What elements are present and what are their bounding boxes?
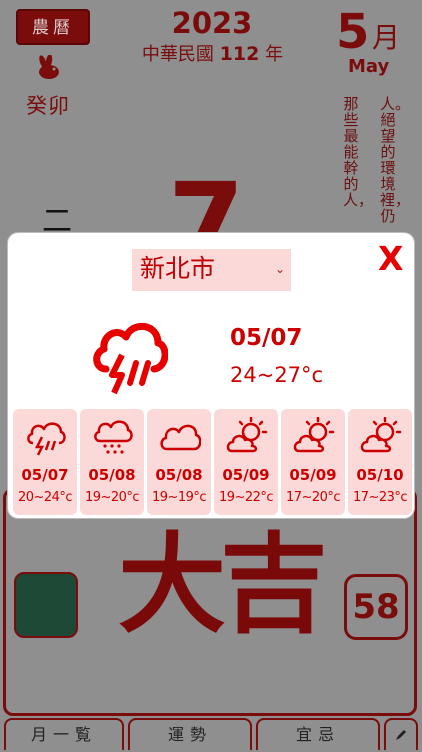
forecast-temp: 19~20°c: [84, 490, 140, 505]
month-english: May: [348, 56, 390, 77]
month-number: 5: [336, 4, 370, 60]
tab-dos-donts[interactable]: 宜忌: [256, 718, 380, 750]
sun-cloud-icon: [226, 417, 268, 453]
forecast-row: 05/07 20~24°c 05/08 19~20°c 05/08 19~19°…: [12, 409, 412, 515]
tab-luck[interactable]: 運勢: [128, 718, 252, 750]
roc-prefix: 中華民國: [141, 44, 214, 65]
sun-cloud-icon: [360, 417, 402, 453]
forecast-card[interactable]: 05/09 17~20°c: [281, 409, 345, 515]
daily-quote-column-2: 那些最能幹的人，: [343, 95, 374, 209]
sun-cloud-icon: [293, 417, 335, 453]
forecast-temp: 17~23°c: [352, 490, 408, 505]
city-select[interactable]: 新北市 ⌄: [132, 249, 291, 291]
fortune-text: 大吉: [118, 522, 328, 648]
forecast-date: 05/09: [289, 466, 337, 484]
forecast-date: 05/09: [222, 466, 270, 484]
roc-suffix: 年: [265, 44, 284, 65]
forecast-card[interactable]: 05/09 19~22°c: [214, 409, 278, 515]
forecast-temp: 20~24°c: [17, 490, 73, 505]
roc-year-label: 中華民國 112 年: [120, 40, 305, 66]
thunder-rain-icon: [93, 323, 168, 395]
today-date: 05/07: [230, 325, 303, 351]
forecast-card[interactable]: 05/07 20~24°c: [13, 409, 77, 515]
lunar-calendar-button[interactable]: 農曆: [16, 9, 90, 45]
close-button[interactable]: X: [378, 239, 403, 279]
tab-edit[interactable]: [384, 718, 418, 750]
roc-year: 112: [219, 43, 260, 65]
rabbit-zodiac-icon: [39, 55, 59, 79]
forecast-card[interactable]: 05/08 19~20°c: [80, 409, 144, 515]
year-label: 2023: [171, 6, 253, 40]
chevron-down-icon: ⌄: [274, 262, 285, 276]
pencil-icon: [396, 730, 406, 740]
month-unit: 月: [372, 21, 401, 54]
forecast-card[interactable]: 05/08 19~19°c: [147, 409, 211, 515]
day-count-badge[interactable]: 58: [344, 574, 408, 640]
today-temperature: 24~27°c: [230, 363, 324, 387]
forecast-date: 05/07: [21, 466, 69, 484]
weather-dialog: 新北市 ⌄ X 05/07 24~27°c 05/07 20~24°c 05/0…: [8, 233, 414, 518]
daily-quote-column-1: 人。絕望的環境裡，仍: [380, 95, 411, 225]
forecast-date: 05/10: [356, 466, 404, 484]
forecast-date: 05/08: [88, 466, 136, 484]
color-swatch[interactable]: [14, 572, 78, 638]
forecast-card[interactable]: 05/10 17~23°c: [348, 409, 412, 515]
cloudy-icon: [160, 424, 201, 451]
forecast-temp: 19~22°c: [218, 490, 274, 505]
city-select-value: 新北市: [140, 254, 216, 283]
tab-calendar[interactable]: 月一覧: [4, 718, 124, 750]
thunder-rain-icon: [27, 422, 66, 456]
forecast-temp: 19~19°c: [151, 490, 207, 505]
forecast-date: 05/08: [155, 466, 203, 484]
forecast-temp: 17~20°c: [285, 490, 341, 505]
ganzhi-year: 癸卯: [26, 94, 70, 118]
rain-icon: [94, 420, 133, 454]
